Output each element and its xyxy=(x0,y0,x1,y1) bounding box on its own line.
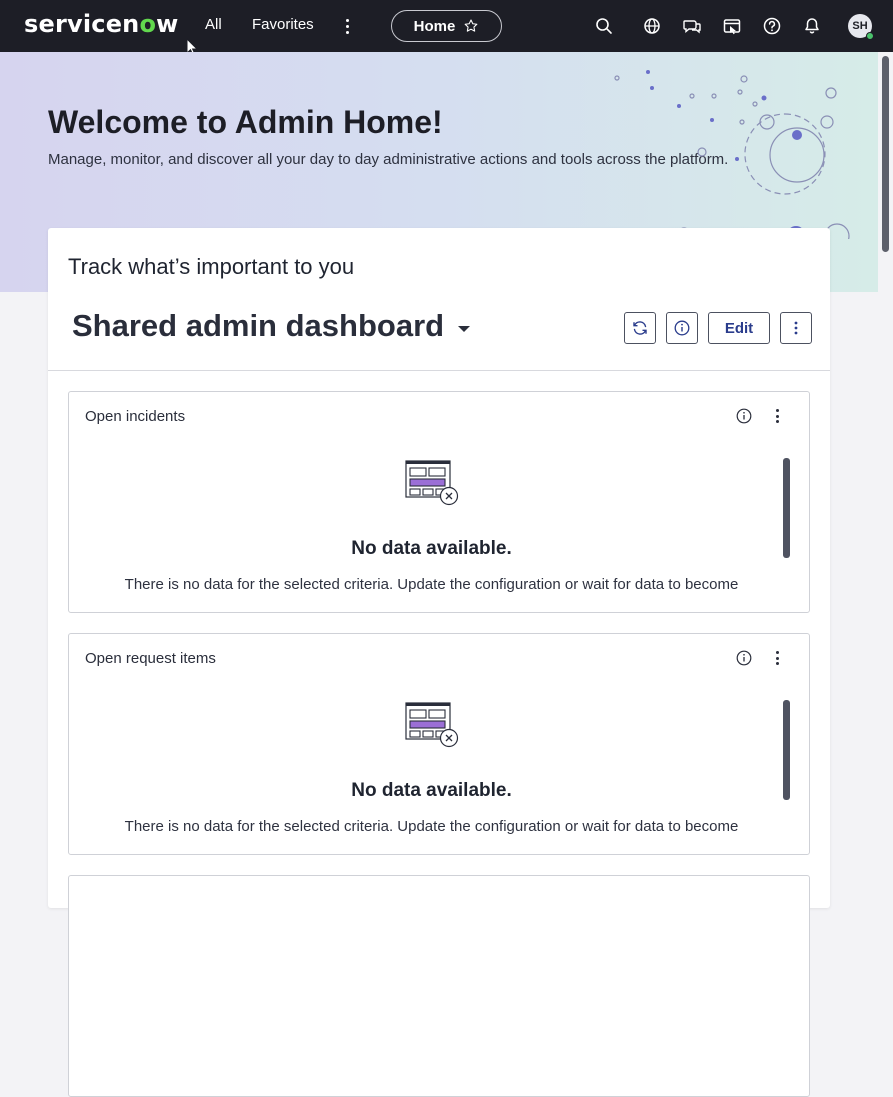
more-vertical-icon xyxy=(794,321,798,335)
card-title: Track what’s important to you xyxy=(68,254,355,279)
widget-open-incidents: Open incidents No data available. There … xyxy=(68,391,810,613)
globe-icon[interactable] xyxy=(642,16,662,36)
search-icon[interactable] xyxy=(594,16,614,36)
dashboard-more-button[interactable] xyxy=(780,312,812,344)
widget-open-request-items: Open request items No data available. Th… xyxy=(68,633,810,855)
gear-illustration-icon xyxy=(614,70,850,239)
nav-more-menu-icon[interactable] xyxy=(340,14,354,38)
servicenow-logo[interactable]: servicenow xyxy=(24,10,179,38)
dashboard-selector[interactable]: Shared admin dashboard xyxy=(72,308,471,344)
widget-more-icon[interactable] xyxy=(769,406,785,426)
dashboard-toolbar: Edit xyxy=(624,312,812,344)
caret-down-icon[interactable] xyxy=(458,326,471,332)
empty-state-message: There is no data for the selected criter… xyxy=(124,576,739,593)
user-avatar[interactable]: SH xyxy=(848,14,874,40)
no-data-illustration-icon xyxy=(405,460,459,506)
info-icon xyxy=(674,320,690,336)
nav-favorites-menu[interactable]: Favorites xyxy=(252,16,314,33)
page-scrollbar[interactable] xyxy=(878,52,893,894)
widget-partial xyxy=(68,875,810,1097)
empty-state-title: No data available. xyxy=(351,538,512,559)
edit-button[interactable]: Edit xyxy=(708,312,770,344)
card-divider xyxy=(48,370,830,371)
widget-title: Open request items xyxy=(85,650,216,667)
avatar-initials: SH xyxy=(852,20,868,32)
refresh-button[interactable] xyxy=(624,312,656,344)
online-status-icon xyxy=(866,32,874,40)
widget-title: Open incidents xyxy=(85,408,186,425)
empty-state-title: No data available. xyxy=(351,780,512,801)
help-icon[interactable] xyxy=(762,16,782,36)
info-icon[interactable] xyxy=(736,408,752,424)
chat-icon[interactable] xyxy=(682,16,702,36)
dashboard-card: Track what’s important to you Shared adm… xyxy=(48,228,830,1097)
bell-icon[interactable] xyxy=(802,16,822,36)
widget-scrollbar[interactable] xyxy=(783,458,790,558)
info-icon[interactable] xyxy=(736,650,752,666)
workspace-icon[interactable] xyxy=(722,16,742,36)
home-tab[interactable]: Home xyxy=(391,10,502,42)
no-data-illustration-icon xyxy=(405,702,459,748)
banner-title: Welcome to Admin Home! xyxy=(48,104,443,140)
nav-all-menu[interactable]: All xyxy=(205,16,222,33)
empty-state-message: There is no data for the selected criter… xyxy=(124,818,739,835)
refresh-icon xyxy=(633,321,647,335)
star-icon[interactable] xyxy=(463,18,479,34)
widget-more-icon[interactable] xyxy=(769,648,785,668)
widget-scrollbar[interactable] xyxy=(783,700,790,800)
dashboard-name: Shared admin dashboard xyxy=(72,308,445,343)
page-scrollbar-thumb[interactable] xyxy=(882,56,889,252)
top-navigation: servicenow All Favorites Home SH xyxy=(0,0,893,52)
home-tab-label: Home xyxy=(413,17,456,35)
info-button[interactable] xyxy=(666,312,698,344)
